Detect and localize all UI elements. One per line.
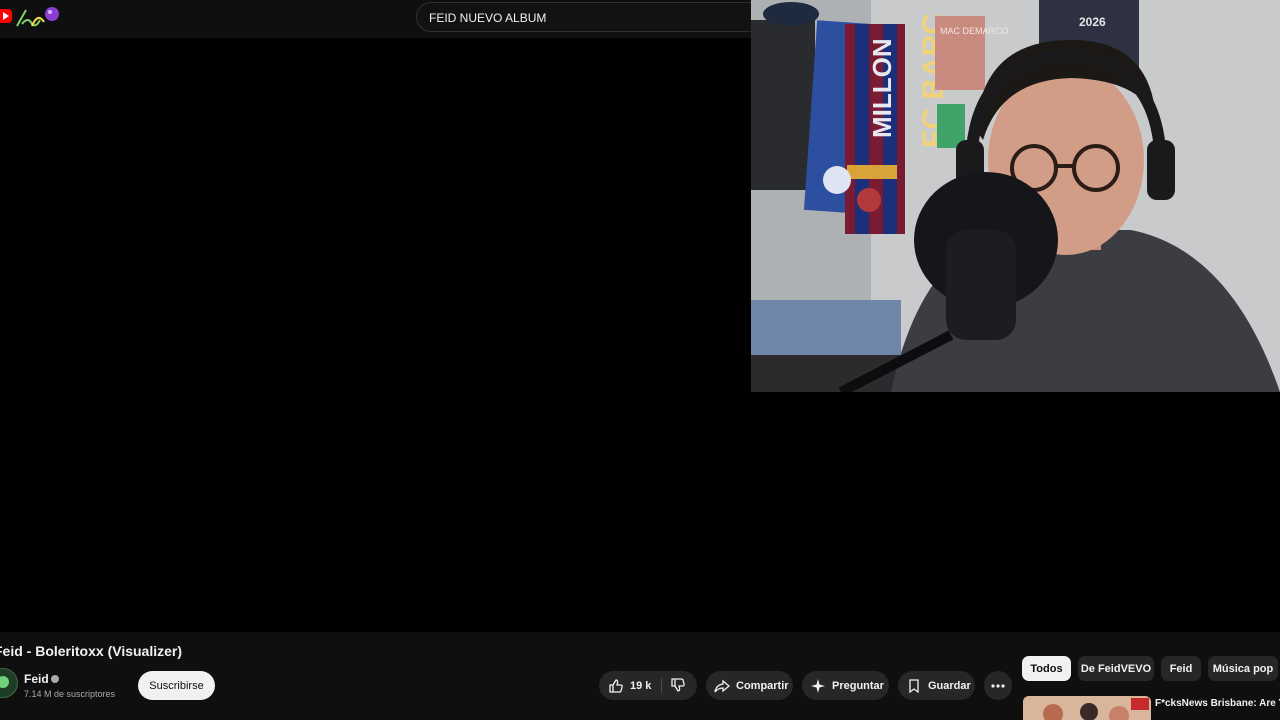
verified-badge-icon (51, 675, 59, 683)
video-title: Feid - Boleritoxx (Visualizer) (0, 643, 183, 659)
dislike-button[interactable] (670, 677, 686, 696)
related-video-thumbnail[interactable] (1023, 696, 1151, 720)
webcam-overlay: MILLON FC BARC MAC DEMARCO 2026 (751, 0, 1280, 392)
related-video-title[interactable]: F*cksNews Brisbane: Are You Happy? (1155, 697, 1280, 720)
bookmark-icon (909, 678, 919, 693)
chip-todos[interactable]: Todos (1022, 656, 1071, 681)
share-arrow-icon (714, 679, 730, 692)
subscribe-button[interactable]: Suscribirse (138, 671, 215, 700)
chip-musica-pop[interactable]: Música pop (1208, 656, 1278, 681)
like-dislike-group: 19 k (599, 671, 697, 700)
share-label: Compartir (736, 679, 789, 692)
sparkle-icon (811, 678, 825, 693)
youtube-watch-page: FEID NUEVO ALBUM MILLON FC BARC MAC DEMA… (0, 0, 1280, 720)
poster2-text: 2026 (1079, 15, 1106, 29)
search-query-text: FEID NUEVO ALBUM (429, 11, 547, 25)
thumbs-up-icon (609, 678, 623, 693)
webcam-image: MILLON FC BARC MAC DEMARCO 2026 (751, 0, 1280, 392)
subscriber-count: 7.14 M de suscriptores (24, 689, 116, 699)
like-button[interactable]: 19 k (599, 671, 651, 700)
save-label: Guardar (928, 679, 971, 692)
chip-feid[interactable]: Feid (1161, 656, 1201, 681)
poster-text: MAC DEMARCO (940, 26, 1009, 36)
thumbs-down-icon (671, 678, 685, 692)
like-divider (661, 678, 662, 693)
youtube-logo-icon[interactable] (0, 9, 12, 23)
channel-doodle-icon[interactable] (14, 4, 62, 30)
save-button[interactable]: Guardar (898, 671, 975, 700)
chip-de-feidvevo[interactable]: De FeidVEVO (1078, 656, 1154, 681)
more-horizontal-icon (991, 683, 1005, 688)
ask-label: Preguntar (832, 679, 884, 692)
like-count: 19 k (630, 679, 652, 692)
ask-button[interactable]: Preguntar (802, 671, 889, 700)
more-actions-button[interactable] (984, 671, 1012, 700)
scarf-text-millonarios: MILLON (867, 38, 897, 138)
share-button[interactable]: Compartir (706, 671, 793, 700)
channel-name[interactable]: Feid (24, 672, 49, 686)
channel-avatar[interactable] (0, 668, 18, 698)
